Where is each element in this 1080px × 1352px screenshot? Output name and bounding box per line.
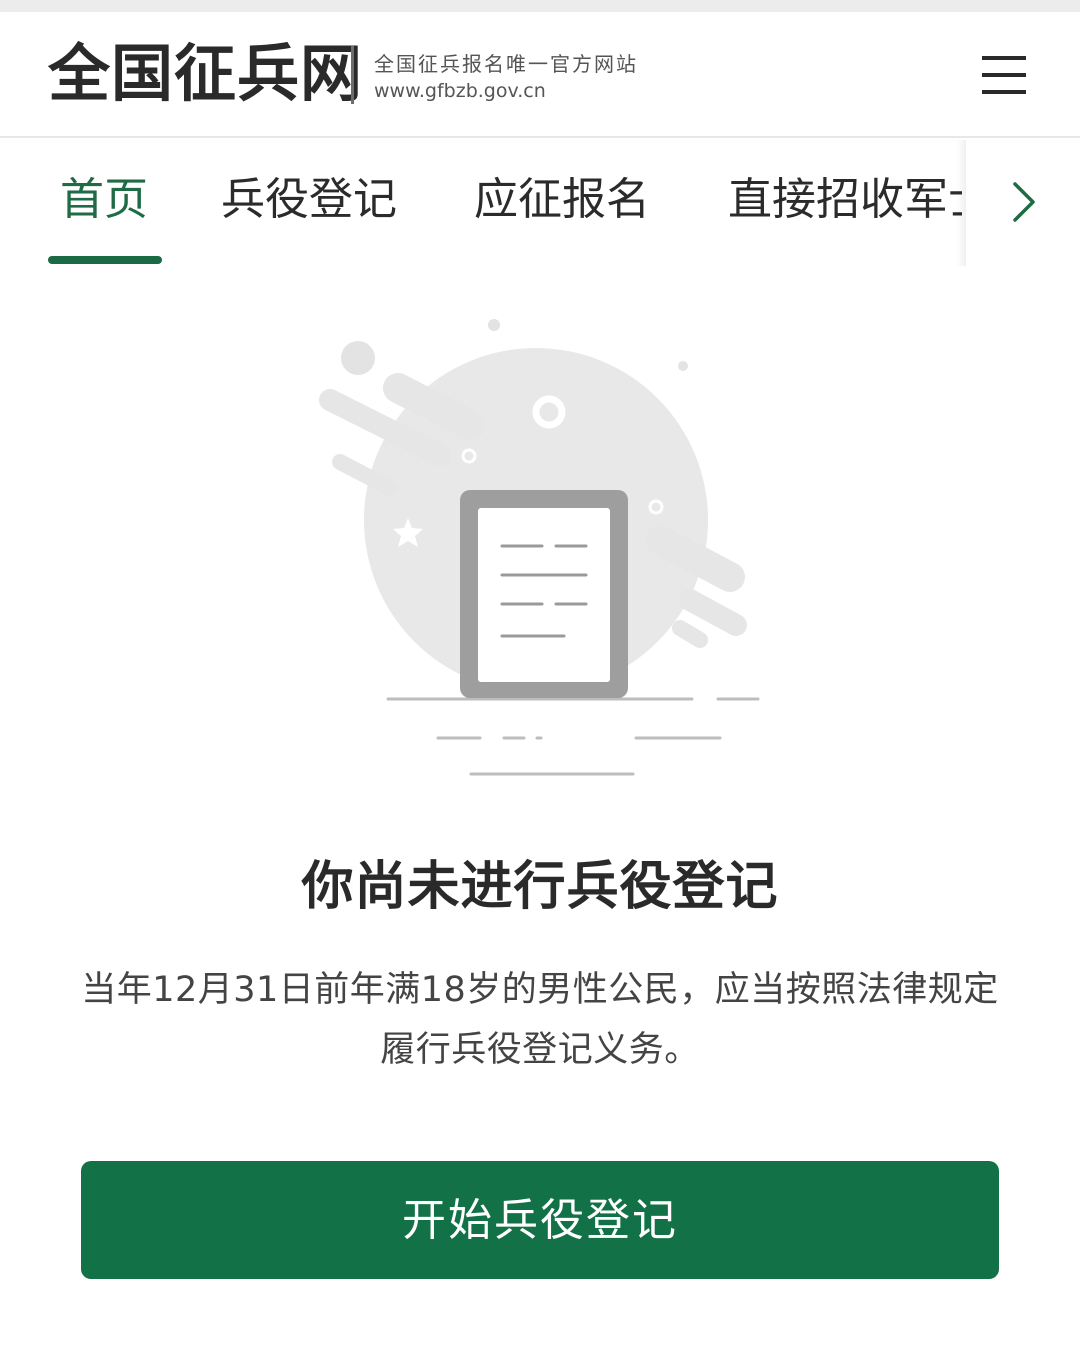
empty-state-title: 你尚未进行兵役登记 xyxy=(301,857,779,917)
empty-document-illustration xyxy=(300,305,780,790)
tab-military-registration[interactable]: 兵役登记 xyxy=(221,170,397,230)
tabs-scroll-area[interactable]: 首页 兵役登记 应征报名 直接招收军士 xyxy=(0,140,962,270)
start-registration-button[interactable]: 开始兵役登记 xyxy=(81,1161,999,1279)
chevron-right-icon[interactable] xyxy=(1002,178,1042,226)
empty-state-description: 当年12月31日前年满18岁的男性公民，应当按照法律规定履行兵役登记义务。 xyxy=(81,970,999,1070)
tab-direct-recruit-sergeant[interactable]: 直接招收军士 xyxy=(728,170,962,230)
site-header: 全国征兵网 全国征兵报名唯一官方网站 www.gfbzb.gov.cn xyxy=(0,12,1080,138)
active-tab-indicator xyxy=(48,256,162,264)
tab-enlistment-signup[interactable]: 应征报名 xyxy=(474,170,650,230)
site-logo-title[interactable]: 全国征兵网 xyxy=(48,38,363,110)
tabs-scroll-shadow xyxy=(956,140,966,266)
site-tagline: 全国征兵报名唯一官方网站 xyxy=(374,52,638,76)
header-divider xyxy=(351,46,354,104)
status-strip xyxy=(0,0,1080,12)
site-url: www.gfbzb.gov.cn xyxy=(374,80,546,102)
main-tab-bar: 首页 兵役登记 应征报名 直接招收军士 xyxy=(0,140,1080,270)
tab-home[interactable]: 首页 xyxy=(60,170,148,230)
hamburger-menu-icon[interactable] xyxy=(978,52,1030,98)
